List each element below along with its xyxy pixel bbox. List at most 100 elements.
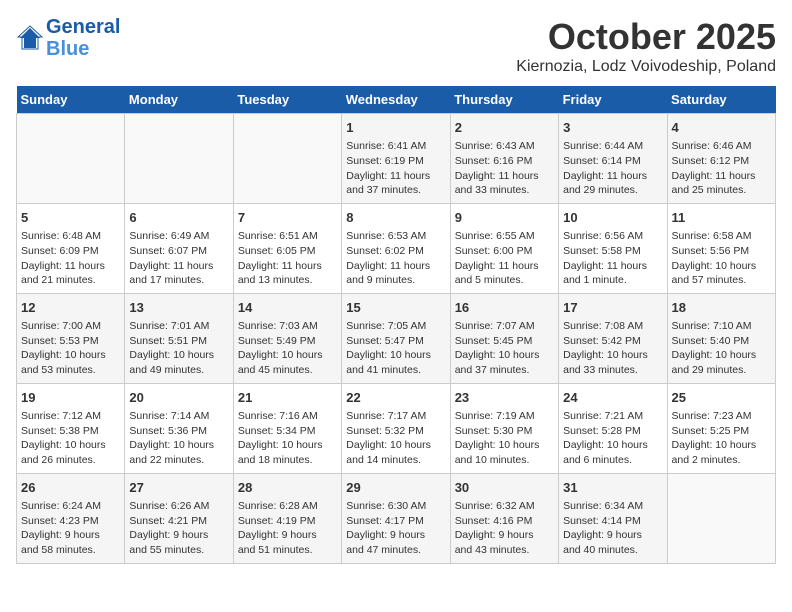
calendar-cell: 17 Sunrise: 7:08 AMSunset: 5:42 PMDayligh…: [559, 293, 667, 383]
calendar-cell: 7 Sunrise: 6:51 AMSunset: 6:05 PMDaylight…: [233, 203, 341, 293]
day-info: Sunrise: 6:32 AMSunset: 4:16 PMDaylight:…: [455, 499, 554, 558]
calendar-cell: 18 Sunrise: 7:10 AMSunset: 5:40 PMDayligh…: [667, 293, 775, 383]
weekday-header-thursday: Thursday: [450, 86, 558, 114]
day-number: 21: [238, 389, 337, 407]
day-info: Sunrise: 6:28 AMSunset: 4:19 PMDaylight:…: [238, 499, 337, 558]
day-info: Sunrise: 7:08 AMSunset: 5:42 PMDaylight:…: [563, 319, 662, 378]
day-info: Sunrise: 6:55 AMSunset: 6:00 PMDaylight:…: [455, 229, 554, 288]
day-info: Sunrise: 7:19 AMSunset: 5:30 PMDaylight:…: [455, 409, 554, 468]
calendar-cell: 28 Sunrise: 6:28 AMSunset: 4:19 PMDayligh…: [233, 473, 341, 563]
day-info: Sunrise: 7:16 AMSunset: 5:34 PMDaylight:…: [238, 409, 337, 468]
day-info: Sunrise: 6:44 AMSunset: 6:14 PMDaylight:…: [563, 139, 662, 198]
day-number: 16: [455, 299, 554, 317]
calendar-cell: 31Sunrise: 6:34 AMSunset: 4:14 PMDayligh…: [559, 473, 667, 563]
weekday-header-sunday: Sunday: [17, 86, 125, 114]
day-info: Sunrise: 6:41 AMSunset: 6:19 PMDaylight:…: [346, 139, 445, 198]
day-number: 31: [563, 479, 662, 497]
day-info: Sunrise: 7:07 AMSunset: 5:45 PMDaylight:…: [455, 319, 554, 378]
day-info: Sunrise: 6:51 AMSunset: 6:05 PMDaylight:…: [238, 229, 337, 288]
calendar-cell: 2 Sunrise: 6:43 AMSunset: 6:16 PMDaylight…: [450, 114, 558, 204]
day-info: Sunrise: 7:05 AMSunset: 5:47 PMDaylight:…: [346, 319, 445, 378]
day-info: Sunrise: 6:53 AMSunset: 6:02 PMDaylight:…: [346, 229, 445, 288]
day-info: Sunrise: 6:43 AMSunset: 6:16 PMDaylight:…: [455, 139, 554, 198]
weekday-header-wednesday: Wednesday: [342, 86, 450, 114]
day-info: Sunrise: 7:10 AMSunset: 5:40 PMDaylight:…: [672, 319, 771, 378]
calendar-cell: 16 Sunrise: 7:07 AMSunset: 5:45 PMDayligh…: [450, 293, 558, 383]
day-number: 14: [238, 299, 337, 317]
day-info: Sunrise: 6:56 AMSunset: 5:58 PMDaylight:…: [563, 229, 662, 288]
calendar-cell: [233, 114, 341, 204]
calendar-cell: 11 Sunrise: 6:58 AMSunset: 5:56 PMDayligh…: [667, 203, 775, 293]
day-number: 3: [563, 119, 662, 137]
day-number: 13: [129, 299, 228, 317]
calendar-cell: 10Sunrise: 6:56 AMSunset: 5:58 PMDayligh…: [559, 203, 667, 293]
calendar-cell: [17, 114, 125, 204]
calendar-cell: [667, 473, 775, 563]
day-number: 18: [672, 299, 771, 317]
calendar-table: SundayMondayTuesdayWednesdayThursdayFrid…: [16, 86, 776, 564]
day-info: Sunrise: 6:24 AMSunset: 4:23 PMDaylight:…: [21, 499, 120, 558]
day-number: 19: [21, 389, 120, 407]
day-number: 11: [672, 209, 771, 227]
day-info: Sunrise: 6:49 AMSunset: 6:07 PMDaylight:…: [129, 229, 228, 288]
calendar-cell: 22 Sunrise: 7:17 AMSunset: 5:32 PMDayligh…: [342, 383, 450, 473]
logo: General Blue: [16, 16, 120, 60]
day-number: 24: [563, 389, 662, 407]
calendar-row-2: 12 Sunrise: 7:00 AMSunset: 5:53 PMDayligh…: [17, 293, 776, 383]
day-number: 26: [21, 479, 120, 497]
day-number: 25: [672, 389, 771, 407]
day-info: Sunrise: 7:23 AMSunset: 5:25 PMDaylight:…: [672, 409, 771, 468]
location: Kiernozia, Lodz Voivodeship, Poland: [516, 58, 776, 76]
day-number: 17: [563, 299, 662, 317]
day-info: Sunrise: 6:48 AMSunset: 6:09 PMDaylight:…: [21, 229, 120, 288]
calendar-cell: 29Sunrise: 6:30 AMSunset: 4:17 PMDayligh…: [342, 473, 450, 563]
day-info: Sunrise: 6:26 AMSunset: 4:21 PMDaylight:…: [129, 499, 228, 558]
calendar-cell: 24 Sunrise: 7:21 AMSunset: 5:28 PMDayligh…: [559, 383, 667, 473]
day-number: 12: [21, 299, 120, 317]
day-info: Sunrise: 7:12 AMSunset: 5:38 PMDaylight:…: [21, 409, 120, 468]
calendar-row-4: 26 Sunrise: 6:24 AMSunset: 4:23 PMDayligh…: [17, 473, 776, 563]
weekday-header-saturday: Saturday: [667, 86, 775, 114]
month-title: October 2025: [516, 16, 776, 58]
day-info: Sunrise: 7:00 AMSunset: 5:53 PMDaylight:…: [21, 319, 120, 378]
calendar-cell: 8Sunrise: 6:53 AMSunset: 6:02 PMDaylight…: [342, 203, 450, 293]
weekday-header-monday: Monday: [125, 86, 233, 114]
calendar-cell: 19 Sunrise: 7:12 AMSunset: 5:38 PMDayligh…: [17, 383, 125, 473]
day-info: Sunrise: 7:21 AMSunset: 5:28 PMDaylight:…: [563, 409, 662, 468]
weekday-header-row: SundayMondayTuesdayWednesdayThursdayFrid…: [17, 86, 776, 114]
day-number: 6: [129, 209, 228, 227]
day-number: 4: [672, 119, 771, 137]
title-block: October 2025 Kiernozia, Lodz Voivodeship…: [516, 16, 776, 76]
day-info: Sunrise: 7:17 AMSunset: 5:32 PMDaylight:…: [346, 409, 445, 468]
weekday-header-friday: Friday: [559, 86, 667, 114]
calendar-row-1: 5Sunrise: 6:48 AMSunset: 6:09 PMDaylight…: [17, 203, 776, 293]
day-info: Sunrise: 6:46 AMSunset: 6:12 PMDaylight:…: [672, 139, 771, 198]
day-number: 7: [238, 209, 337, 227]
calendar-cell: 27Sunrise: 6:26 AMSunset: 4:21 PMDayligh…: [125, 473, 233, 563]
weekday-header-tuesday: Tuesday: [233, 86, 341, 114]
day-info: Sunrise: 6:58 AMSunset: 5:56 PMDaylight:…: [672, 229, 771, 288]
day-number: 9: [455, 209, 554, 227]
day-number: 22: [346, 389, 445, 407]
day-info: Sunrise: 6:30 AMSunset: 4:17 PMDaylight:…: [346, 499, 445, 558]
day-number: 28: [238, 479, 337, 497]
page-header: General Blue October 2025 Kiernozia, Lod…: [16, 16, 776, 76]
calendar-cell: 1 Sunrise: 6:41 AMSunset: 6:19 PMDaylight…: [342, 114, 450, 204]
calendar-cell: 26 Sunrise: 6:24 AMSunset: 4:23 PMDayligh…: [17, 473, 125, 563]
calendar-row-0: 1 Sunrise: 6:41 AMSunset: 6:19 PMDaylight…: [17, 114, 776, 204]
calendar-cell: 20 Sunrise: 7:14 AMSunset: 5:36 PMDayligh…: [125, 383, 233, 473]
logo-icon: [16, 24, 44, 52]
calendar-cell: 14 Sunrise: 7:03 AMSunset: 5:49 PMDayligh…: [233, 293, 341, 383]
calendar-cell: 30 Sunrise: 6:32 AMSunset: 4:16 PMDayligh…: [450, 473, 558, 563]
day-info: Sunrise: 7:14 AMSunset: 5:36 PMDaylight:…: [129, 409, 228, 468]
calendar-cell: 6 Sunrise: 6:49 AMSunset: 6:07 PMDaylight…: [125, 203, 233, 293]
day-number: 1: [346, 119, 445, 137]
day-number: 30: [455, 479, 554, 497]
calendar-row-3: 19 Sunrise: 7:12 AMSunset: 5:38 PMDayligh…: [17, 383, 776, 473]
day-number: 20: [129, 389, 228, 407]
day-number: 23: [455, 389, 554, 407]
calendar-cell: 3 Sunrise: 6:44 AMSunset: 6:14 PMDaylight…: [559, 114, 667, 204]
day-number: 2: [455, 119, 554, 137]
logo-text: General Blue: [46, 16, 120, 60]
day-info: Sunrise: 7:03 AMSunset: 5:49 PMDaylight:…: [238, 319, 337, 378]
